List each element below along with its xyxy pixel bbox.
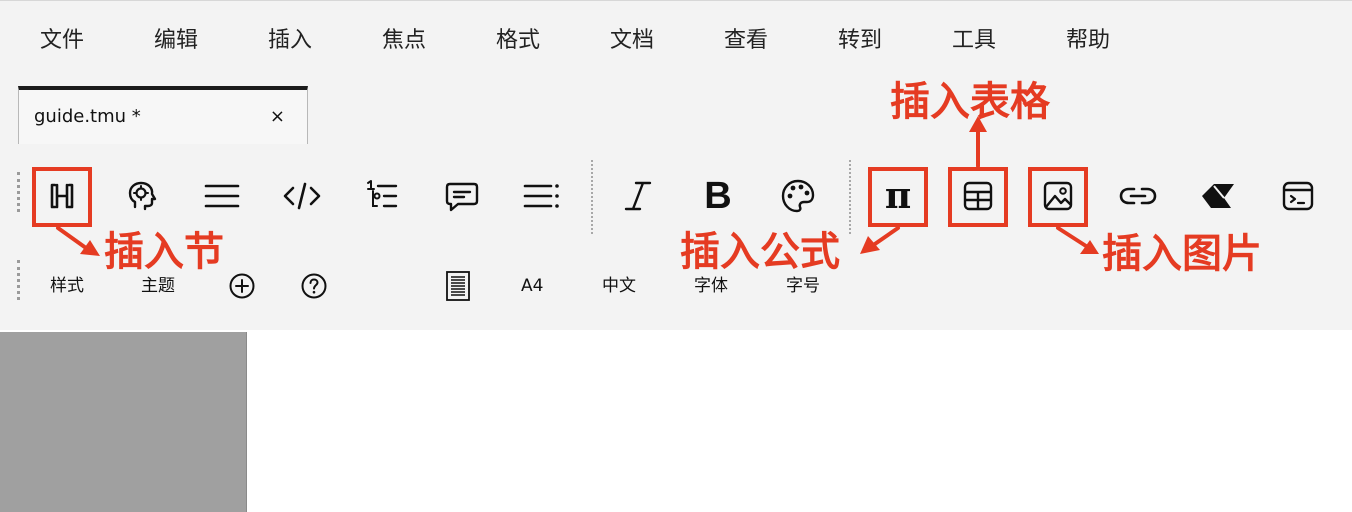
arrow-insert-image [1056,226,1088,248]
editor-area[interactable] [247,332,1352,512]
arrowhead-insert-formula [860,236,880,254]
side-panel [0,332,247,512]
annotation-arrows [56,116,1099,256]
arrow-insert-section [56,226,88,250]
arrowhead-insert-table [969,116,987,132]
app-chrome: 文件 编辑 插入 焦点 格式 文档 查看 转到 工具 帮助 guide.tmu … [0,0,1352,330]
arrow-insert-formula [870,226,900,248]
